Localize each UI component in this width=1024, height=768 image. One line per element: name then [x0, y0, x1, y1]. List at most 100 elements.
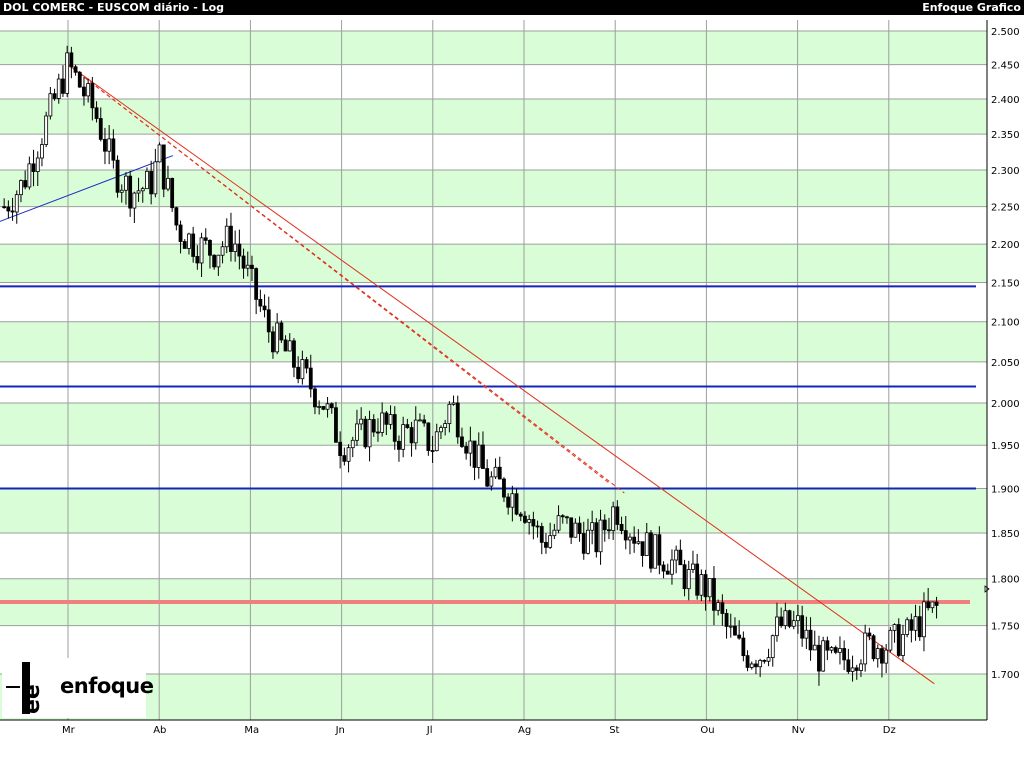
candle-body [271, 331, 275, 353]
candle-body [728, 625, 733, 628]
candle-body [287, 340, 292, 352]
candle-body [842, 648, 847, 661]
candle-body [455, 402, 460, 438]
candle-body [338, 441, 343, 457]
band [0, 244, 987, 283]
candle-body [602, 519, 607, 531]
candle-body [905, 619, 910, 635]
candle-body [212, 254, 217, 268]
candle-body [632, 536, 637, 544]
x-tick-label: Jl [426, 725, 433, 736]
candle-body [464, 446, 469, 454]
price-chart: 2.500 2.450 2.400 2.350 2.300 2.250 2.200 2.150… [0, 20, 1020, 736]
candle-body [699, 574, 704, 596]
candle-body [262, 305, 267, 311]
candle-body [808, 629, 813, 651]
candle-body [128, 175, 133, 209]
candle-body [661, 564, 666, 572]
candle-body [644, 532, 649, 556]
y-tick-label: 2.000 [991, 399, 1020, 410]
x-tick-label: Nv [792, 725, 805, 736]
candle-body [292, 340, 296, 368]
y-tick-label: 1.850 [991, 529, 1020, 540]
candle-body [884, 649, 889, 664]
y-tick-label: 2.150 [991, 278, 1020, 289]
candle-body [371, 419, 376, 433]
candle-body [854, 667, 859, 671]
candle-body [850, 667, 855, 672]
candle-body [611, 506, 616, 531]
y-tick-label: 2.450 [991, 61, 1020, 72]
candle-body [157, 144, 162, 163]
candle-body [913, 616, 918, 631]
candle-body [657, 534, 662, 566]
candle-body [77, 71, 82, 88]
candle-body [653, 534, 658, 569]
candle-body [485, 468, 490, 487]
candle-body [926, 601, 931, 609]
band [0, 99, 987, 135]
x-tick-label: Ag [518, 725, 531, 736]
candle-body [497, 466, 502, 480]
candle-body [619, 524, 624, 531]
candle-body [821, 640, 826, 672]
candle-body [203, 237, 208, 241]
candle-body [691, 563, 695, 570]
y-tick-label: 1.700 [991, 670, 1020, 681]
candle-body [10, 210, 15, 213]
x-tick-label: Mr [62, 725, 76, 736]
candle-body [124, 175, 128, 191]
candle-body [6, 206, 11, 212]
candle-body [779, 616, 784, 627]
candle-body [23, 180, 28, 188]
candle-body [518, 513, 523, 517]
candle-body [833, 647, 838, 653]
candle-body [594, 522, 599, 553]
candle-body [376, 431, 380, 434]
candle-body [917, 616, 922, 638]
candle-body [380, 412, 385, 433]
y-tick-label: 2.200 [991, 240, 1020, 251]
band [0, 31, 987, 65]
candle-body [468, 440, 473, 454]
candle-body [875, 648, 880, 660]
candle-body [258, 299, 263, 307]
candle-body [745, 655, 750, 668]
candle-body [384, 412, 389, 425]
candle-body [489, 476, 494, 487]
candle-body [720, 602, 725, 614]
candle-body [577, 522, 582, 534]
candle-body [350, 439, 355, 449]
y-tick-label: 2.100 [991, 318, 1020, 329]
candle-body [804, 629, 809, 639]
candle-body [191, 233, 196, 257]
x-axis: Mr Ab Ma Jn Jl Ag St Ou Nv Dz [62, 725, 896, 736]
candle-body [94, 107, 99, 119]
x-tick-label: St [609, 725, 619, 736]
candle-body [506, 496, 511, 508]
candle-body [527, 519, 532, 523]
candle-body [636, 541, 641, 544]
candle-body [510, 493, 515, 508]
candle-body [758, 659, 763, 668]
candle-body [103, 138, 107, 152]
candle-body [65, 52, 70, 94]
candle-body [560, 515, 565, 518]
candle-body [812, 644, 817, 651]
candle-body [153, 161, 158, 195]
candle-body [649, 532, 653, 569]
candle-body [863, 632, 868, 665]
candle-body [35, 157, 40, 173]
candle-body [405, 424, 410, 428]
candle-body [724, 613, 729, 627]
candle-body [544, 541, 548, 548]
candle-body [308, 367, 313, 390]
candle-body [195, 256, 200, 264]
candle-body [98, 118, 103, 140]
candle-body [401, 424, 406, 450]
candle-body [363, 418, 368, 448]
y-tick-label: 1.900 [991, 485, 1020, 496]
candle-body [140, 188, 145, 192]
candle-body [56, 78, 61, 99]
candle-body [531, 519, 536, 527]
